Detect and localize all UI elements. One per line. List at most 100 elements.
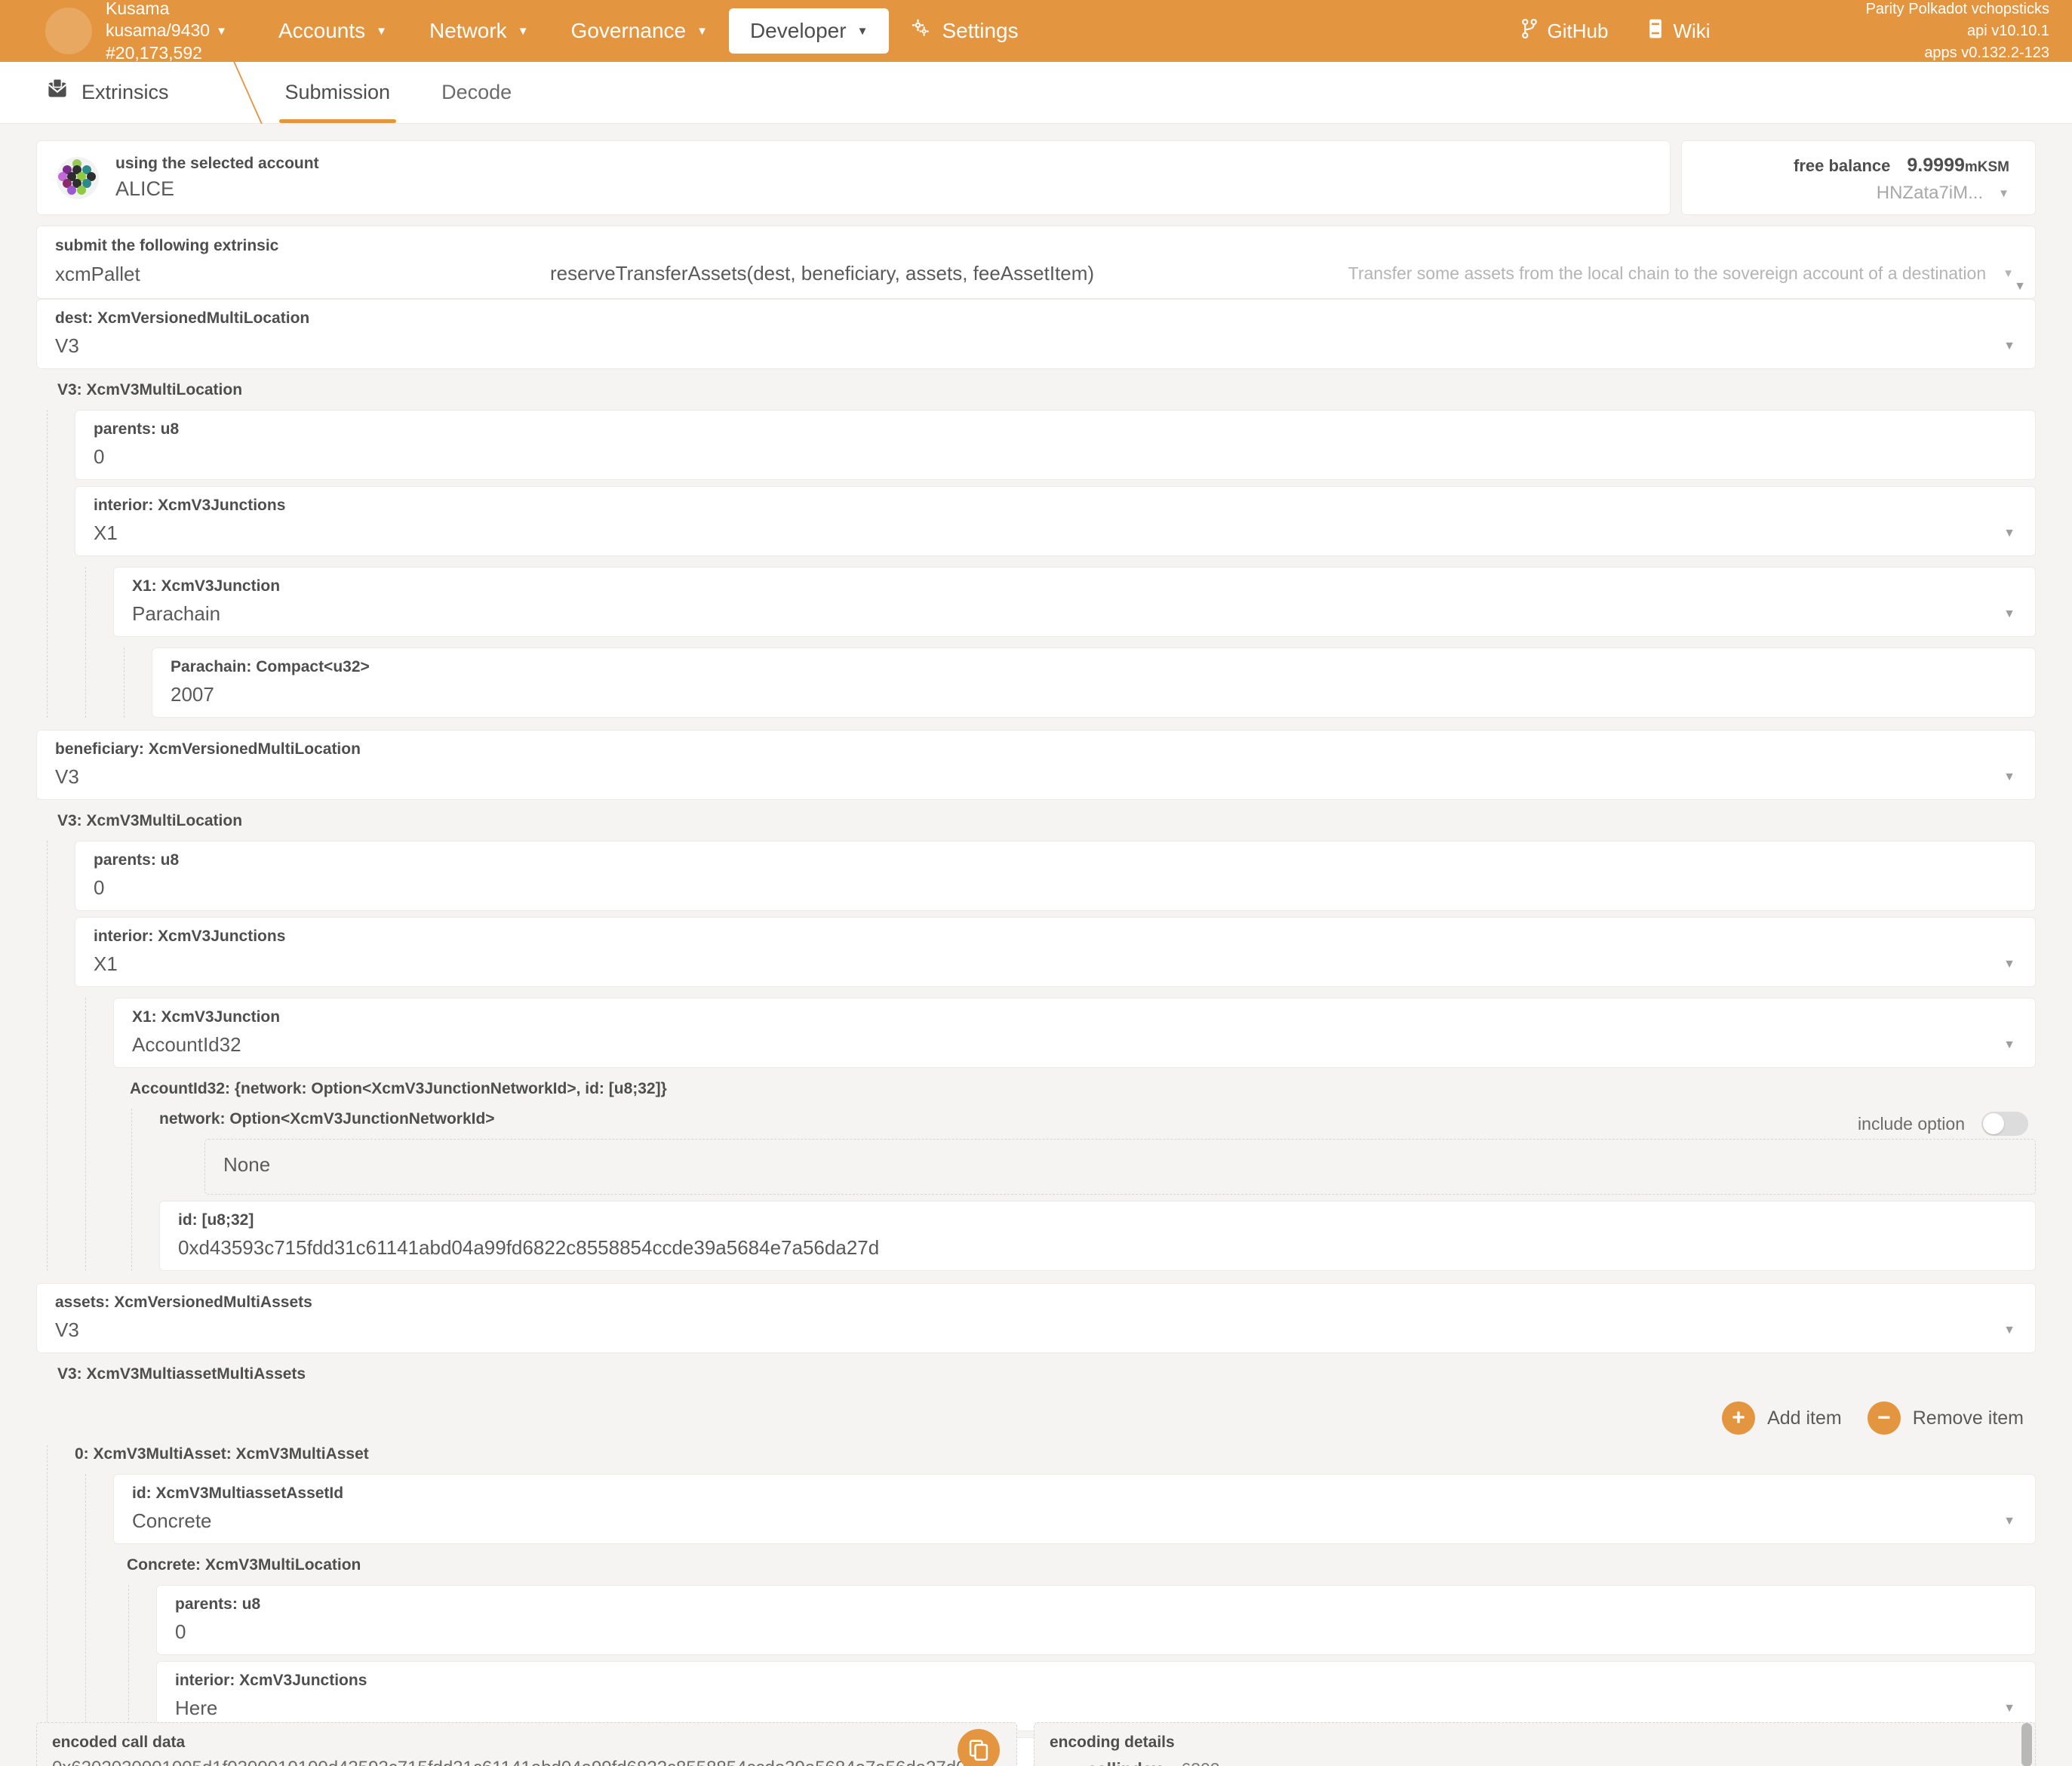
group-dest-v3: V3: XcmV3MultiLocation parents: u8 0 int… xyxy=(36,369,2036,718)
nav-item-accounts[interactable]: Accounts ▼ xyxy=(257,8,408,54)
param-beneficiary-id-value: 0xd43593c715fdd31c61141abd04a99fd6822c85… xyxy=(178,1236,2017,1260)
param-dest[interactable]: dest: XcmVersionedMultiLocation V3 ▼ xyxy=(36,299,2036,369)
nav-item-network[interactable]: Network ▼ xyxy=(408,8,550,54)
param-asset-interior-value: Here xyxy=(175,1697,2017,1720)
nav-item-developer[interactable]: Developer ▼ xyxy=(729,8,890,54)
nav-label-governance: Governance xyxy=(571,19,687,43)
param-beneficiary-label: beneficiary: XcmVersionedMultiLocation xyxy=(55,740,2017,758)
top-navigation-bar: Kusama kusama/9430 ▼ #20,173,592 Account… xyxy=(0,0,2072,62)
param-dest-x1-label: X1: XcmV3Junction xyxy=(132,577,2017,595)
param-dest-value: V3 xyxy=(55,334,2017,358)
param-asset-parents-value: 0 xyxy=(175,1620,2017,1644)
item-actions: + Add item − Remove item xyxy=(36,1394,2036,1445)
param-beneficiary-parents-label: parents: u8 xyxy=(94,851,2017,869)
param-beneficiary-x1[interactable]: X1: XcmV3Junction AccountId32 ▼ xyxy=(113,998,2036,1068)
param-beneficiary-interior[interactable]: interior: XcmV3Junctions X1 ▼ xyxy=(75,917,2036,987)
page-body: using the selected account ALICE free ba… xyxy=(0,124,2072,1766)
param-dest-parachain-value: 2007 xyxy=(171,683,2017,706)
nav-label-network: Network xyxy=(429,19,507,43)
param-beneficiary[interactable]: beneficiary: XcmVersionedMultiLocation V… xyxy=(36,730,2036,800)
callindex-value: 6302 xyxy=(1181,1759,1219,1766)
nav-item-settings[interactable]: Settings xyxy=(889,8,1039,55)
balance-unit: mKSM xyxy=(1965,159,2009,175)
param-dest-parents-label: parents: u8 xyxy=(94,420,2017,438)
git-branch-icon xyxy=(1520,18,1539,45)
add-item-label: Add item xyxy=(1767,1408,1842,1429)
copy-icon[interactable] xyxy=(958,1729,1000,1766)
group-beneficiary-v3-title: V3: XcmV3MultiLocation xyxy=(36,800,2036,841)
add-item-button[interactable]: + Add item xyxy=(1722,1401,1842,1435)
param-beneficiary-parents[interactable]: parents: u8 0 xyxy=(75,841,2036,911)
minus-icon: − xyxy=(1868,1401,1901,1435)
chevron-down-icon: ▼ xyxy=(216,26,227,37)
param-beneficiary-value: V3 xyxy=(55,765,2017,789)
chevron-down-icon: ▼ xyxy=(2003,1515,2015,1528)
chevron-down-icon: ▼ xyxy=(2003,771,2015,784)
remove-item-label: Remove item xyxy=(1913,1408,2024,1429)
balance-panel: free balance 9.9999mKSM HNZata7iM... ▼ xyxy=(1681,140,2036,215)
toggle-switch[interactable] xyxy=(1981,1112,2028,1136)
encoded-call-data-panel: encoded call data 0x6302030001005d1f0300… xyxy=(36,1722,1017,1766)
group-assets-v3-title: V3: XcmV3MultiassetMultiAssets xyxy=(36,1353,2036,1394)
account-selector[interactable]: using the selected account ALICE xyxy=(36,140,1671,215)
chevron-down-icon: ▼ xyxy=(2003,527,2015,540)
tab-decode-label: Decode xyxy=(441,81,512,104)
github-label: GitHub xyxy=(1548,20,1609,43)
param-beneficiary-id[interactable]: id: [u8;32] 0xd43593c715fdd31c61141abd04… xyxy=(159,1201,2036,1271)
chevron-down-icon: ▼ xyxy=(2003,340,2015,353)
include-option-toggle[interactable]: include option xyxy=(1858,1112,2036,1136)
param-asset-parents[interactable]: parents: u8 0 xyxy=(156,1585,2036,1655)
wiki-label: Wiki xyxy=(1673,20,1710,43)
method-value: reserveTransferAssets(dest, beneficiary,… xyxy=(550,262,1094,285)
breadcrumb: Extrinsics xyxy=(0,62,214,123)
param-asset-interior-label: interior: XcmV3Junctions xyxy=(175,1672,2017,1690)
group-assets-v3: V3: XcmV3MultiassetMultiAssets + Add ite… xyxy=(36,1353,2036,1766)
tab-submission[interactable]: Submission xyxy=(260,62,417,123)
vertical-scrollbar[interactable] xyxy=(2021,1723,2032,1766)
param-dest-x1[interactable]: X1: XcmV3Junction Parachain ▼ xyxy=(113,567,2036,637)
remove-item-button[interactable]: − Remove item xyxy=(1868,1401,2024,1435)
param-network-label: network: Option<XcmV3JunctionNetworkId> xyxy=(159,1109,495,1139)
param-network-value-box: None xyxy=(204,1139,2036,1195)
asset-item-title: 0: XcmV3MultiAsset: XcmV3MultiAsset xyxy=(75,1445,2036,1474)
account-address-short: HNZata7iM... xyxy=(1877,183,1983,204)
chevron-down-icon: ▼ xyxy=(518,26,529,37)
encoded-call-data-label: encoded call data xyxy=(52,1734,1001,1752)
github-link[interactable]: GitHub xyxy=(1501,18,1628,45)
param-dest-parachain-label: Parachain: Compact<u32> xyxy=(171,658,2017,676)
param-dest-interior-label: interior: XcmV3Junctions xyxy=(94,497,2017,515)
param-asset-interior[interactable]: interior: XcmV3Junctions Here ▼ xyxy=(156,1661,2036,1731)
wiki-link[interactable]: Wiki xyxy=(1628,19,1729,44)
extrinsics-form: using the selected account ALICE free ba… xyxy=(0,124,2072,1766)
param-beneficiary-interior-value: X1 xyxy=(94,952,2017,976)
gear-icon xyxy=(910,18,931,45)
param-asset-id[interactable]: id: XcmV3MultiassetAssetId Concrete ▼ xyxy=(113,1474,2036,1544)
pallet-value: xcmPallet xyxy=(55,263,523,286)
pallet-dropdown[interactable]: submit the following extrinsic xcmPallet… xyxy=(55,237,523,286)
param-dest-interior[interactable]: interior: XcmV3Junctions X1 ▼ xyxy=(75,486,2036,556)
param-dest-interior-value: X1 xyxy=(94,521,2017,545)
param-dest-parents[interactable]: parents: u8 0 xyxy=(75,410,2036,480)
param-dest-parachain[interactable]: Parachain: Compact<u32> 2007 xyxy=(152,648,2036,718)
param-assets[interactable]: assets: XcmVersionedMultiAssets V3 ▼ xyxy=(36,1283,2036,1353)
tab-list: Submission Decode xyxy=(260,62,538,123)
breadcrumb-chevron-icon xyxy=(214,62,260,123)
chevron-down-icon: ▼ xyxy=(2003,268,2014,279)
param-dest-parents-value: 0 xyxy=(94,445,2017,469)
balance-value: 9.9999 xyxy=(1907,155,1964,176)
group-accountid32-title: AccountId32: {network: Option<XcmV3Junct… xyxy=(113,1068,2036,1109)
chain-spec: kusama/9430 xyxy=(106,20,210,42)
chevron-down-icon[interactable]: ▼ xyxy=(1998,188,2009,199)
account-name: ALICE xyxy=(115,177,319,201)
chain-logo-icon xyxy=(45,8,92,54)
method-dropdown[interactable]: reserveTransferAssets(dest, beneficiary,… xyxy=(550,262,1094,286)
group-dest-v3-title: V3: XcmV3MultiLocation xyxy=(36,369,2036,410)
tab-decode[interactable]: Decode xyxy=(416,62,537,123)
balance-label: free balance xyxy=(1794,156,1890,175)
extrinsic-docs[interactable]: Transfer some assets from the local chai… xyxy=(1348,263,2017,286)
nav-item-governance[interactable]: Governance ▼ xyxy=(550,8,729,54)
chevron-down-icon: ▼ xyxy=(2003,1038,2015,1052)
main-menu: Accounts ▼ Network ▼ Governance ▼ Develo… xyxy=(257,8,1040,55)
extrinsic-caption: submit the following extrinsic xyxy=(55,237,523,255)
book-icon xyxy=(1647,19,1664,44)
